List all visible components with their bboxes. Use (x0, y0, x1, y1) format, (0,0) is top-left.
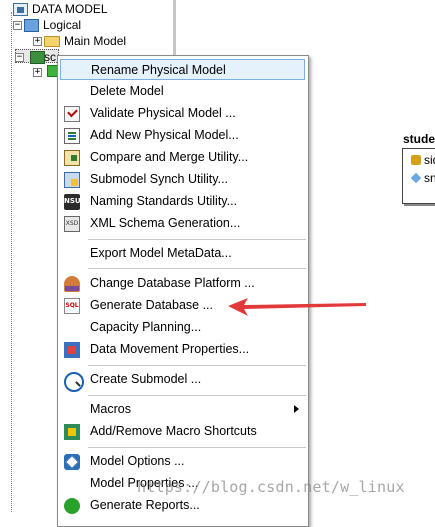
menu-separator (88, 365, 306, 366)
menu-item-xml-schema-generation[interactable]: XSD XML Schema Generation... (60, 213, 305, 234)
entity-name: stude (403, 132, 435, 146)
validate-icon (64, 106, 80, 122)
tree-node-logical[interactable]: − Logical (13, 17, 81, 33)
menu-separator (88, 239, 306, 240)
red-annotation-arrow (228, 298, 366, 316)
menu-item-export-model-metadata[interactable]: Export Model MetaData... (60, 243, 305, 264)
menu-item-naming-standards[interactable]: NSU Naming Standards Utility... (60, 191, 305, 212)
tree-node-label: Logical (43, 18, 82, 32)
menu-separator (88, 447, 306, 448)
menu-separator (88, 395, 306, 396)
folder-icon (44, 35, 60, 47)
data-movement-icon (64, 342, 80, 358)
collapse-toggle-icon[interactable]: − (15, 52, 24, 62)
options-icon (64, 454, 80, 470)
entity-box[interactable]: sid sn (402, 148, 435, 204)
submodel-sync-icon (64, 172, 80, 188)
tree-node-label: DATA MODEL (32, 2, 108, 16)
tree-guide-line (11, 12, 12, 512)
menu-item-model-options[interactable]: Model Options ... (60, 451, 305, 472)
key-icon (411, 155, 421, 165)
nsu-icon: NSU (64, 194, 81, 210)
entity-attribute[interactable]: sn (410, 171, 435, 185)
platform-icon (64, 276, 80, 292)
menu-item-delete-model[interactable]: Delete Model (60, 81, 305, 102)
sql-icon: SQL (64, 298, 80, 314)
context-menu: Rename Physical Model Delete Model Valid… (57, 55, 309, 527)
compare-icon (64, 150, 80, 166)
physical-model-icon (30, 51, 45, 64)
menu-item-add-new-physical-model[interactable]: Add New Physical Model... (60, 125, 305, 146)
globe-icon (64, 498, 80, 514)
macro-icon (64, 424, 80, 440)
expand-toggle-icon[interactable]: + (33, 67, 42, 77)
document-icon (64, 128, 80, 144)
menu-item-macros[interactable]: Macros (60, 399, 305, 420)
menu-item-rename-physical-model[interactable]: Rename Physical Model (60, 59, 305, 80)
entity-student[interactable]: stude sid sn (401, 132, 435, 204)
menu-item-validate-physical-model[interactable]: Validate Physical Model ... (60, 103, 305, 124)
menu-item-compare-and-merge[interactable]: Compare and Merge Utility... (60, 147, 305, 168)
collapse-toggle-icon[interactable]: − (13, 20, 22, 30)
magnifier-icon (64, 372, 84, 392)
menu-item-capacity-planning[interactable]: Capacity Planning... (60, 317, 305, 338)
tree-node-child[interactable]: + (33, 64, 44, 80)
tree-node-label: sc (44, 50, 56, 64)
data-model-icon (13, 2, 28, 16)
menu-separator (88, 268, 306, 269)
logical-model-icon (24, 18, 39, 32)
tree-node-label: Main Model (64, 34, 127, 48)
watermark: https://blog.csdn.net/w_linux (137, 478, 405, 496)
attribute-diamond-icon (410, 172, 422, 184)
menu-item-add-remove-macro-shortcuts[interactable]: Add/Remove Macro Shortcuts (60, 421, 305, 442)
menu-item-create-submodel[interactable]: Create Submodel ... (60, 369, 305, 392)
tree-node-main-model[interactable]: + Main Model (33, 33, 126, 49)
tree-node-data-model[interactable]: DATA MODEL (13, 1, 108, 17)
xsd-icon: XSD (64, 216, 80, 232)
menu-item-change-database-platform[interactable]: Change Database Platform ... (60, 273, 305, 294)
menu-item-data-movement-properties[interactable]: Data Movement Properties... (60, 339, 305, 360)
expand-toggle-icon[interactable]: + (33, 36, 42, 46)
menu-item-submodel-synch[interactable]: Submodel Synch Utility... (60, 169, 305, 190)
submenu-arrow-icon (294, 405, 299, 413)
menu-item-generate-reports[interactable]: Generate Reports... (60, 495, 305, 516)
entity-attribute[interactable]: sid (411, 153, 435, 167)
